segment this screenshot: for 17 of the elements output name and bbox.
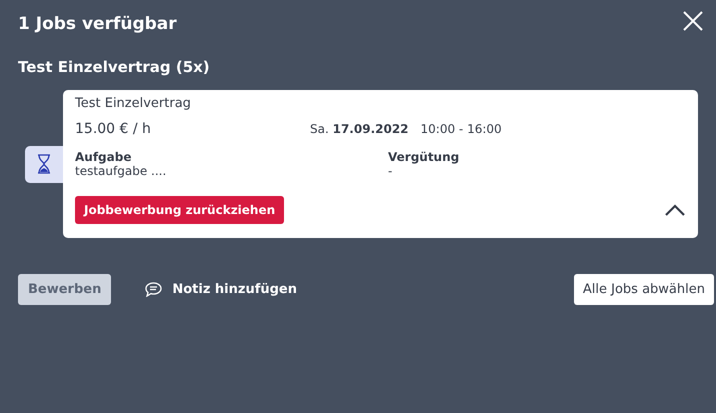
chevron-icon bbox=[664, 203, 686, 217]
job-date: Sa. 17.09.2022 bbox=[310, 122, 409, 136]
field-value: - bbox=[388, 164, 394, 178]
field-value: testaufgabe .... bbox=[75, 164, 168, 178]
job-title: Test Einzelvertrag bbox=[75, 96, 192, 111]
collapse-button[interactable] bbox=[664, 203, 686, 217]
field-label: Vergütung bbox=[388, 150, 460, 164]
hourly-rate: 15.00 € / h bbox=[75, 121, 152, 137]
job-time: 10:00 - 16:00 bbox=[420, 122, 502, 136]
withdraw-button[interactable]: Jobbewerbung zurückziehen bbox=[75, 196, 284, 224]
group-title: Test Einzelvertrag (5x) bbox=[18, 58, 211, 76]
hourglass-icon bbox=[37, 154, 51, 174]
deselect-all-button[interactable]: Alle Jobs abwählen bbox=[574, 274, 714, 305]
field-label: Aufgabe bbox=[75, 150, 132, 164]
add-note-button[interactable]: Notiz hinzufügen bbox=[139, 281, 303, 298]
dialog-title: 1 Jobs verfügbar bbox=[18, 14, 177, 34]
speech-bubble-icon bbox=[145, 282, 162, 297]
